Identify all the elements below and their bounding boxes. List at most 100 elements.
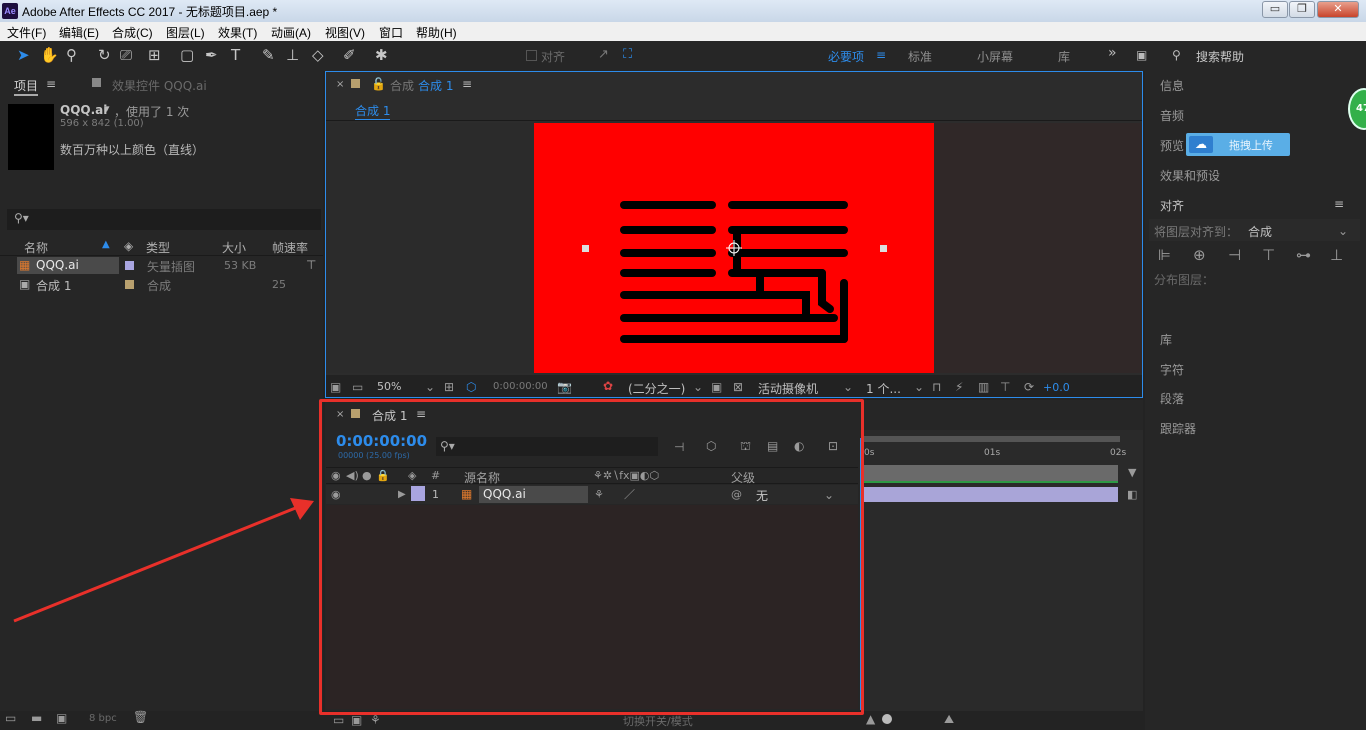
lock-icon[interactable]: 🔒 [376,469,390,483]
fast-previews-icon[interactable]: ⚡ [955,380,963,394]
exposure-value[interactable]: +0.0 [1043,381,1070,394]
zoom-select[interactable]: 50% [377,380,401,393]
audio-icon[interactable]: ◀) [346,469,359,483]
paragraph-tab[interactable]: 段落 [1160,390,1184,407]
timeline-menu-icon[interactable]: ≡ [416,407,426,421]
bounding-handle-left[interactable] [582,245,589,252]
draft-3d-icon[interactable]: ⬡ [706,439,716,453]
tab-project[interactable]: 项目 [14,77,39,96]
pen-tool-icon[interactable]: ✒ [205,46,218,64]
views-dropdown-icon[interactable]: ⌄ [914,380,924,394]
menu-view[interactable]: 视图(V) [325,24,365,41]
zoom-out-icon[interactable]: ▲ [866,712,875,726]
timeline-zoom-slider[interactable] [882,714,892,724]
align-left-icon[interactable]: ⊫ [1158,248,1171,263]
align-bottom-icon[interactable]: ⊥ [1330,248,1343,263]
video-visibility-icon[interactable]: ◉ [331,469,341,483]
workspace-menu-icon[interactable]: ≡ [876,48,886,62]
timeline-search-input[interactable] [436,437,658,456]
views-select[interactable]: 1 个... [866,380,901,397]
effects-presets-tab[interactable]: 效果和预设 [1160,167,1220,184]
current-time-indicator[interactable] [860,438,862,710]
resolution-select[interactable]: (二分之一) [628,380,685,397]
sort-ascending-icon[interactable]: ▲ [102,239,110,250]
zoom-in-icon[interactable]: ⛰ [944,712,954,726]
quality-switch-icon[interactable]: ／ [624,488,635,502]
project-menu-icon[interactable]: ≡ [46,77,56,91]
menu-file[interactable]: 文件(F) [7,24,46,41]
source-name-header[interactable]: 源名称 [464,469,500,486]
viewer-menu-icon[interactable]: ≡ [462,77,472,91]
workspace-small-screen[interactable]: 小屏幕 [977,48,1013,65]
transparency-grid-icon[interactable]: ⊠ [733,380,743,394]
sync-settings-icon[interactable]: ▣ [1136,48,1147,62]
timeline-tab-name[interactable]: 合成 1 [372,407,407,424]
layer-name[interactable]: QQQ.ai [483,487,526,501]
col-type[interactable]: 类型 [146,239,170,256]
in-out-icon[interactable]: ⚘ [370,713,381,727]
workspace-standard[interactable]: 标准 [908,48,932,65]
layer-label-color[interactable] [411,486,425,501]
col-size[interactable]: 大小 [222,239,246,256]
info-panel-tab[interactable]: 信息 [1160,77,1184,94]
tracker-tab[interactable]: 跟踪器 [1160,420,1196,437]
viewer-tab-name[interactable]: 合成 1 [418,77,453,94]
libraries-tab[interactable]: 库 [1160,331,1172,348]
close-tab-icon[interactable]: × [336,409,344,420]
type-tool-icon[interactable]: T [231,46,240,64]
workspace-essentials[interactable]: 必要项 [828,48,864,65]
align-to-dropdown-icon[interactable]: ⌄ [1338,224,1348,238]
menu-composition[interactable]: 合成(C) [112,24,153,41]
current-time-display[interactable]: 0:00:00:00 [336,432,427,450]
graph-editor-icon[interactable]: ⊡ [828,439,838,453]
always-preview-icon[interactable]: ▣ [330,380,341,394]
snap-icon[interactable]: ↗ [598,46,609,64]
table-row-name[interactable]: 合成 1 [36,277,71,294]
col-name[interactable]: 名称 [24,239,48,256]
label-color-lavender[interactable] [125,261,134,270]
align-checkbox[interactable] [526,50,537,61]
breadcrumb[interactable]: 合成 1 [355,102,391,120]
align-right-icon[interactable]: ⊣ [1228,248,1241,263]
new-folder-icon[interactable]: ▬ [31,711,42,725]
layer-out-point-icon[interactable]: ◧ [1127,488,1137,502]
snap-options-icon[interactable]: ⛶ [623,46,632,64]
bit-depth-button[interactable]: 8 bpc [89,712,117,726]
work-area-bar[interactable] [862,436,1120,442]
zoom-tool-icon[interactable]: ⚲ [66,46,77,64]
align-horizontal-center-icon[interactable]: ⊕ [1193,248,1206,263]
monitor-icon[interactable]: ▭ [352,380,363,394]
layer-switches-icon[interactable]: ▭ [333,713,344,727]
menu-window[interactable]: 窗口 [379,24,403,41]
shy-switch-icon[interactable]: ⚘ [594,488,604,502]
puppet-pin-tool-icon[interactable]: ✱ [375,46,388,64]
bounding-handle-right[interactable] [880,245,887,252]
reset-exposure-icon[interactable]: ⟳ [1024,380,1034,394]
selection-tool-icon[interactable]: ➤ [17,46,30,64]
color-channels-icon[interactable]: ✿ [603,379,613,393]
table-row-name[interactable]: QQQ.ai [36,258,79,272]
comp-mini-flowchart-icon[interactable]: ⊣ [674,440,684,454]
toggle-switches-modes[interactable]: 切换开关/模式 [623,713,693,729]
time-ruler-bar[interactable] [862,465,1118,481]
flowchart-icon[interactable]: ⊤ [306,258,316,272]
rectangle-tool-icon[interactable]: ▢ [180,46,194,64]
roto-brush-tool-icon[interactable]: ✐ [343,46,356,64]
col-fps[interactable]: 帧速率 [272,239,308,256]
composition-canvas[interactable] [534,123,934,373]
brush-tool-icon[interactable]: ✎ [262,46,275,64]
interpret-footage-icon[interactable]: ▭ [5,711,16,725]
workspace-libraries[interactable]: 库 [1058,48,1070,65]
search-help[interactable]: 搜索帮助 [1196,48,1244,65]
parent-select[interactable]: 无 [756,487,768,504]
shy-layers-icon[interactable]: ⛫ [740,439,751,453]
search-icon[interactable]: ⚲ [1172,48,1181,62]
eye-icon[interactable]: ◉ [331,488,341,502]
character-tab[interactable]: 字符 [1160,361,1184,378]
zoom-dropdown-icon[interactable]: ⌄ [425,380,435,394]
align-vertical-center-icon[interactable]: ⊶ [1296,248,1311,263]
minimize-button[interactable]: ▭ [1262,1,1288,18]
menu-help[interactable]: 帮助(H) [416,24,457,41]
align-menu-icon[interactable]: ≡ [1334,197,1344,211]
menu-animation[interactable]: 动画(A) [271,24,311,41]
